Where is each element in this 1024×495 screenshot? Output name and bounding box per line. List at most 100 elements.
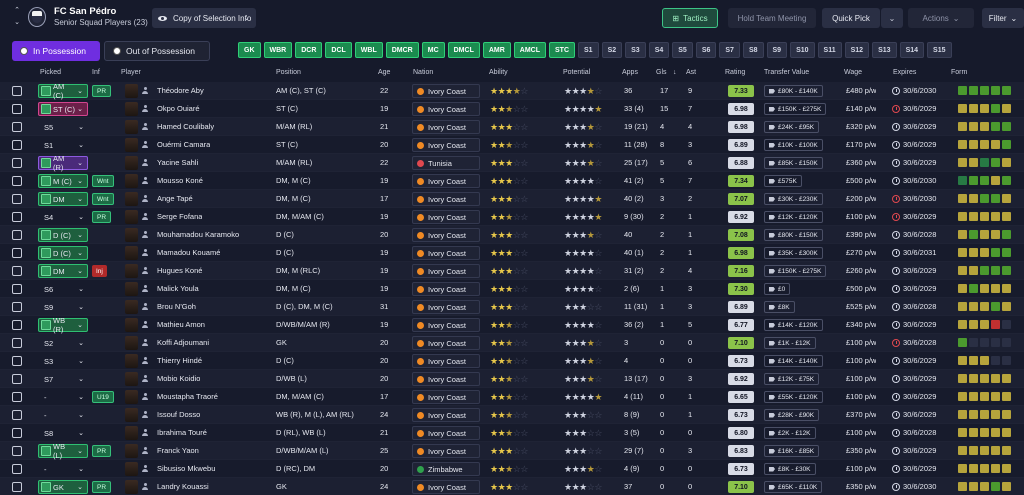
nation-badge[interactable]: Ivory Coast [412, 192, 480, 206]
quick-pick-menu-button[interactable]: ⌄ [881, 8, 903, 28]
player-name[interactable]: Franck Yaon [157, 446, 199, 455]
table-row[interactable]: GK ⌄ PR Landry Kouassi GK 24 Ivory Coast ★ ★ ★ ☆ ☆ ★… [0, 478, 1024, 495]
chevron-down-icon[interactable]: ⌄ [14, 19, 20, 27]
table-row[interactable]: S7 ⌄ Mobio Koidio D/WB (L) 20 Ivory Coast ★ ★ ★ ☆… [0, 370, 1024, 388]
nav-arrows[interactable]: ⌃ ⌄ [12, 7, 22, 27]
nation-badge[interactable]: Ivory Coast [412, 300, 480, 314]
table-row[interactable]: - ⌄ Issouf Dosso WB (R), M (L), AM (RL) 24 Iv… [0, 406, 1024, 424]
row-checkbox[interactable] [12, 248, 22, 258]
table-row[interactable]: S1 ⌄ Ouérmi Camara ST (C) 20 Ivory Coast ★ ★ ★ ☆ ☆… [0, 136, 1024, 154]
tab-out-of-possession[interactable]: Out of Possession [104, 41, 210, 61]
player-name[interactable]: Brou N'Goh [157, 302, 196, 311]
picked-selector[interactable]: - ⌄ [38, 408, 88, 422]
picked-selector[interactable]: WB (L) ⌄ [38, 442, 88, 460]
transfer-value[interactable]: £80K - £140K [764, 85, 823, 97]
col-expires[interactable]: Expires [893, 69, 916, 76]
nation-badge[interactable]: Ivory Coast [412, 480, 480, 494]
row-checkbox[interactable] [12, 410, 22, 420]
col-potential[interactable]: Potential [563, 69, 590, 76]
col-form[interactable]: Form [951, 69, 967, 76]
table-row[interactable]: WB (L) ⌄ PR Franck Yaon D/WB/M/AM (L) 25 Ivory… [0, 442, 1024, 460]
nation-badge[interactable]: Ivory Coast [412, 372, 480, 386]
actions-button[interactable]: Actions ⌄ [908, 8, 974, 28]
picked-selector[interactable]: S9 ⌄ [38, 300, 88, 314]
picked-selector[interactable]: - ⌄ [38, 462, 88, 476]
position-chip[interactable]: DMCR [385, 42, 419, 58]
row-checkbox[interactable] [12, 266, 22, 276]
transfer-value[interactable]: £150K - £275K [764, 265, 827, 277]
picked-selector[interactable]: S4 ⌄ [38, 210, 88, 224]
picked-selector[interactable]: S5 ⌄ [38, 120, 88, 134]
position-chip[interactable]: S9 [766, 42, 788, 58]
row-checkbox[interactable] [12, 176, 22, 186]
row-checkbox[interactable] [12, 464, 22, 474]
position-chip[interactable]: S7 [719, 42, 740, 58]
row-checkbox[interactable] [12, 158, 22, 168]
position-chip[interactable]: MC [421, 42, 445, 58]
row-checkbox[interactable] [12, 392, 22, 402]
position-chip[interactable]: WBL [354, 42, 383, 58]
col-picked[interactable]: Picked [40, 69, 61, 76]
col-age[interactable]: Age [378, 69, 390, 76]
position-chip[interactable]: S14 [899, 42, 925, 58]
transfer-value[interactable]: £55K - £120K [764, 391, 823, 403]
transfer-value[interactable]: £575K [764, 175, 802, 187]
transfer-value[interactable]: £12K - £120K [764, 211, 823, 223]
row-checkbox[interactable] [12, 194, 22, 204]
picked-selector[interactable]: GK ⌄ [38, 480, 88, 494]
table-row[interactable]: - ⌄ U19 Moustapha Traoré DM, M/AM (C) 17 Ivory… [0, 388, 1024, 406]
table-row[interactable]: - ⌄ Sibusiso Mkwebu D (RC), DM 20 Zimbabwe ★★★… [0, 460, 1024, 478]
table-row[interactable]: S3 ⌄ Thierry Hindé D (C) 20 Ivory Coast ★ ★ ★ ☆ ☆ ★… [0, 352, 1024, 370]
col-wage[interactable]: Wage [844, 69, 862, 76]
position-chip[interactable]: S10 [790, 42, 815, 58]
transfer-value[interactable]: £85K - £150K [764, 157, 823, 169]
player-name[interactable]: Mousso Koné [157, 176, 203, 185]
nation-badge[interactable]: Zimbabwe [412, 462, 480, 476]
transfer-value[interactable]: £8K - £30K [764, 463, 816, 475]
player-name[interactable]: Sibusiso Mkwebu [157, 464, 215, 473]
nation-badge[interactable]: Ivory Coast [412, 228, 480, 242]
row-checkbox[interactable] [12, 428, 22, 438]
picked-selector[interactable]: S7 ⌄ [38, 372, 88, 386]
nation-badge[interactable]: Ivory Coast [412, 444, 480, 458]
player-name[interactable]: Ouérmi Camara [157, 140, 210, 149]
row-checkbox[interactable] [12, 320, 22, 330]
position-chip[interactable]: S15 [927, 42, 952, 58]
nation-badge[interactable]: Ivory Coast [412, 102, 480, 116]
team-meeting-button[interactable]: Hold Team Meeting [728, 8, 816, 28]
player-name[interactable]: Yacine Sahli [157, 158, 198, 167]
picked-selector[interactable]: DM ⌄ [38, 264, 88, 278]
nation-badge[interactable]: Ivory Coast [412, 84, 480, 98]
transfer-value[interactable]: £16K - £85K [764, 445, 820, 457]
position-chip[interactable]: STC [549, 42, 576, 58]
col-position[interactable]: Position [276, 69, 301, 76]
table-row[interactable]: ST (C) ⌄ Okpo Ouiaré ST (C) 19 Ivory Coast ★★★… [0, 100, 1024, 118]
nation-badge[interactable]: Ivory Coast [412, 426, 480, 440]
transfer-value[interactable]: £30K - £230K [764, 193, 823, 205]
player-name[interactable]: Landry Kouassi [157, 482, 209, 491]
nation-badge[interactable]: Ivory Coast [412, 408, 480, 422]
player-name[interactable]: Moustapha Traoré [157, 392, 218, 401]
nation-badge[interactable]: Ivory Coast [412, 120, 480, 134]
picked-selector[interactable]: AM (R) ⌄ [38, 154, 88, 172]
transfer-value[interactable]: £12K - £75K [764, 373, 820, 385]
picked-selector[interactable]: AM (C) ⌄ [38, 82, 88, 100]
position-chip[interactable]: DCR [295, 42, 323, 58]
table-row[interactable]: S9 ⌄ Brou N'Goh D (C), DM, M (C) 31 Ivory Coa… [0, 298, 1024, 316]
table-row[interactable]: AM (R) ⌄ Yacine Sahli M/AM (RL) 22 Tunisia ★ ★ ★… [0, 154, 1024, 172]
position-chip[interactable]: S2 [601, 42, 623, 58]
nation-badge[interactable]: Ivory Coast [412, 282, 480, 296]
row-checkbox[interactable] [12, 446, 22, 456]
position-chip[interactable]: GK [238, 42, 261, 58]
position-chip[interactable]: S3 [625, 42, 646, 58]
position-chip[interactable]: S5 [672, 42, 693, 58]
picked-selector[interactable]: S3 ⌄ [38, 354, 88, 368]
col-nation[interactable]: Nation [413, 69, 433, 76]
transfer-value[interactable]: £0 [764, 283, 791, 295]
position-chip[interactable]: DCL [325, 42, 352, 58]
position-chip[interactable]: WBR [263, 42, 293, 58]
table-row[interactable]: D (C) ⌄ Mouhamadou Karamoko D (C) 20 Ivory Co… [0, 226, 1024, 244]
row-checkbox[interactable] [12, 284, 22, 294]
position-chip[interactable]: S11 [817, 42, 842, 58]
position-chip[interactable]: S12 [844, 42, 870, 58]
